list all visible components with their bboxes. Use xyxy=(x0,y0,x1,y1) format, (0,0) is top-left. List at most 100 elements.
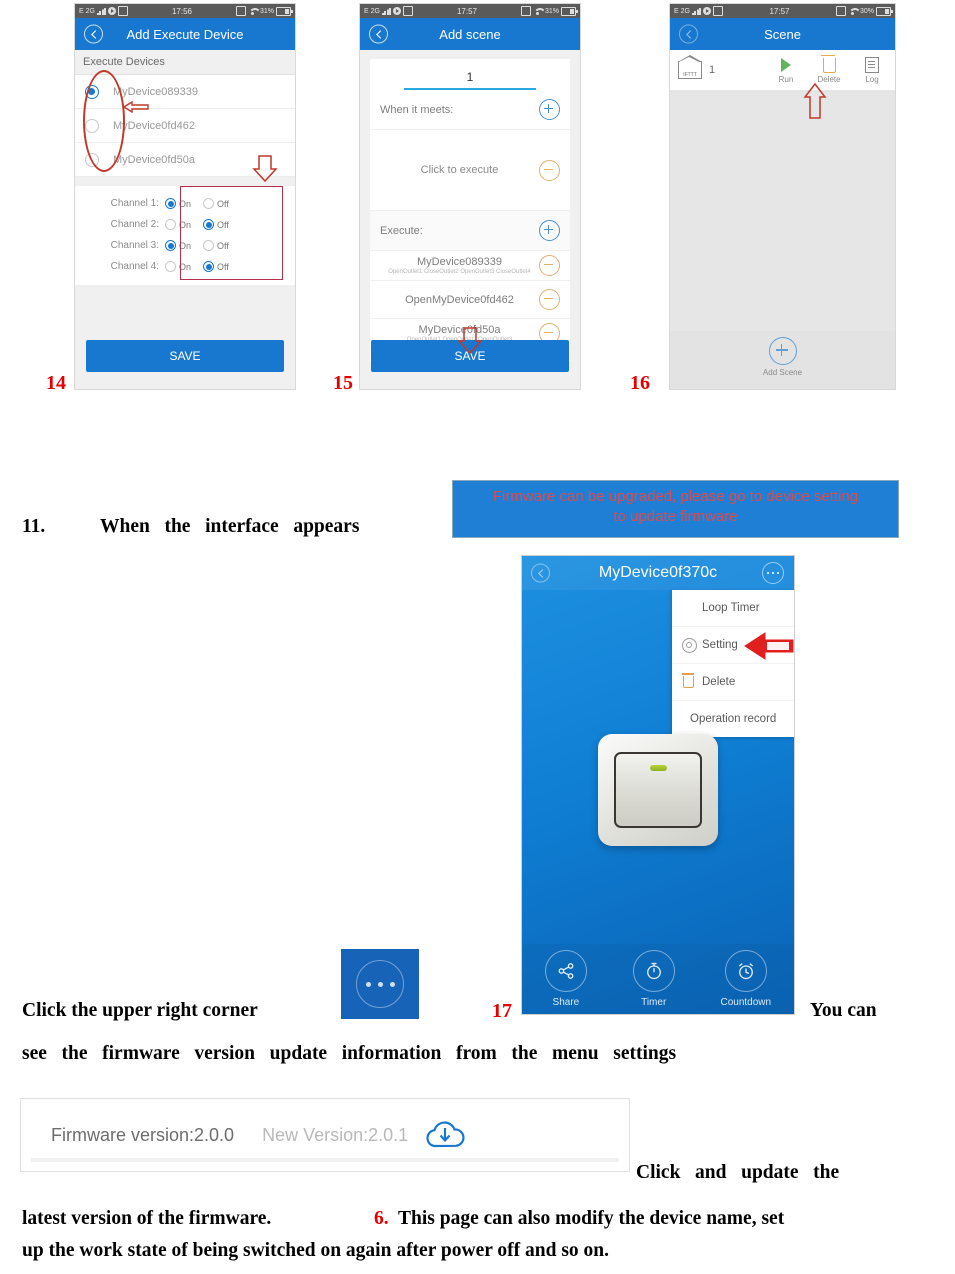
timer-label: Timer xyxy=(641,997,667,1008)
back-icon[interactable] xyxy=(369,24,388,44)
battery-icon xyxy=(876,6,893,16)
execute-list-item[interactable]: MyDevice089339 OpenOutlet1 CloseOutlet2 … xyxy=(370,251,570,281)
add-execute-button[interactable] xyxy=(539,220,560,241)
device-title: MyDevice0f370c xyxy=(598,564,718,581)
scene-name-input[interactable]: 1 xyxy=(370,59,570,88)
step-number-14: 14 xyxy=(46,372,66,394)
play-status-icon xyxy=(392,7,401,15)
firmware-version-bar: Firmware version:2.0.0 New Version:2.0.1 xyxy=(20,1098,630,1172)
clock-label: 17:57 xyxy=(769,6,790,16)
when-it-meets-label: When it meets: xyxy=(380,103,454,116)
more-menu-inline-icon xyxy=(341,949,419,1019)
countdown-action[interactable]: Countdown xyxy=(720,950,771,1008)
step-number-17: 17 xyxy=(492,1000,512,1022)
menu-label: Operation record xyxy=(690,713,777,725)
clock-label: 17:57 xyxy=(456,6,477,16)
channel-label: Channel 1: xyxy=(110,198,159,209)
remove-condition-button[interactable] xyxy=(539,159,560,181)
annotation-arrow-down xyxy=(252,155,278,183)
paragraph-latest-version: latest version of the firmware. xyxy=(22,1208,272,1229)
menu-item-loop-timer[interactable]: Loop Timer xyxy=(672,590,794,627)
battery-percent: 30% xyxy=(859,7,874,15)
phone-screenshot-scene: E 2G 17:57 30% Scene IFTTT 1 Run Delete xyxy=(670,4,895,389)
add-scene-label: Add Scene xyxy=(762,368,803,377)
banner-line-2: to update firmware xyxy=(613,508,738,525)
switch-rocker xyxy=(614,752,702,828)
log-label: Log xyxy=(865,75,879,84)
paragraph-click-corner: Click the upper right corner xyxy=(22,1000,258,1021)
save-button[interactable]: SAVE xyxy=(86,340,284,372)
back-icon[interactable] xyxy=(531,563,550,583)
add-scene-button[interactable]: Add Scene xyxy=(670,337,895,377)
menu-item-operation-record[interactable]: Operation record xyxy=(672,701,794,737)
radio-on-icon[interactable] xyxy=(165,240,176,251)
play-icon xyxy=(781,56,791,74)
signal-bars-icon xyxy=(381,7,391,15)
execute-header-row: Execute: xyxy=(370,211,570,251)
scene-log-action[interactable]: Log xyxy=(857,56,887,84)
alarm-icon xyxy=(520,6,531,16)
step-number-16: 16 xyxy=(630,372,650,394)
paragraph-step-6-text: This page can also modify the device nam… xyxy=(398,1208,785,1229)
signal-bars-icon xyxy=(691,7,701,15)
scene-run-action[interactable]: Run xyxy=(771,56,801,84)
cloud-download-icon[interactable] xyxy=(422,1118,468,1152)
back-icon[interactable] xyxy=(84,24,103,44)
paragraph-last-line: up the work state of being switched on a… xyxy=(22,1240,610,1261)
scene-delete-action[interactable]: Delete xyxy=(814,54,844,84)
alarm-clock-icon xyxy=(724,950,767,992)
scene-empty-area xyxy=(670,92,895,331)
annotation-arrow-up xyxy=(803,82,827,120)
carrier-label: E 2G xyxy=(674,7,690,15)
share-action[interactable]: Share xyxy=(544,950,587,1008)
radio-on-icon[interactable] xyxy=(165,219,176,230)
annotation-arrow-down xyxy=(457,327,483,355)
execute-list-item[interactable]: OpenMyDevice0fd462 xyxy=(370,281,570,319)
wifi-icon xyxy=(248,7,258,15)
add-condition-button[interactable] xyxy=(539,99,560,120)
carrier-label: E 2G xyxy=(364,7,380,15)
trash-icon xyxy=(820,54,836,74)
remove-execute-button[interactable] xyxy=(539,289,560,310)
play-status-icon xyxy=(702,7,711,15)
menu-label: Loop Timer xyxy=(702,602,760,614)
wifi-icon xyxy=(533,7,543,15)
log-icon xyxy=(865,56,879,74)
app-status-icon xyxy=(712,6,723,16)
paragraph-11-text: When the interface appears xyxy=(100,516,360,537)
nav-bar: Scene xyxy=(670,18,895,50)
scene-name: 1 xyxy=(709,64,716,76)
scene-list-item[interactable]: IFTTT 1 Run Delete Log xyxy=(670,50,895,91)
back-icon[interactable] xyxy=(679,24,698,44)
status-bar: E 2G 17:56 31% xyxy=(75,4,295,18)
device-bottom-actions: Share Timer Countdown xyxy=(522,944,794,1014)
menu-label: Delete xyxy=(702,676,736,688)
more-menu-icon[interactable] xyxy=(762,562,784,584)
channel-label: Channel 3: xyxy=(110,240,159,251)
paragraph-click-and-update: Click and update the xyxy=(636,1162,840,1183)
paragraph-step-6-number: 6. xyxy=(374,1208,389,1229)
wall-switch-image xyxy=(598,734,718,846)
play-status-icon xyxy=(107,7,116,15)
signal-bars-icon xyxy=(96,7,106,15)
stopwatch-icon xyxy=(632,950,675,992)
ifttt-icon: IFTTT xyxy=(677,55,702,79)
nav-bar: Add scene xyxy=(360,18,580,50)
bar-divider xyxy=(31,1158,619,1162)
click-to-execute-row[interactable]: Click to execute xyxy=(370,130,570,211)
radio-on-icon[interactable] xyxy=(165,261,176,272)
paragraph-you-can: You can xyxy=(810,1000,877,1021)
wifi-icon xyxy=(848,7,858,15)
app-status-icon xyxy=(117,6,128,16)
app-status-icon xyxy=(402,6,413,16)
gear-icon xyxy=(682,637,702,653)
three-dots-icon xyxy=(356,960,404,1008)
menu-item-delete[interactable]: Delete xyxy=(672,664,794,701)
remove-execute-button[interactable] xyxy=(539,255,560,276)
timer-action[interactable]: Timer xyxy=(632,950,675,1008)
nav-bar: Add Execute Device xyxy=(75,18,295,50)
status-bar: E 2G 17:57 30% xyxy=(670,4,895,18)
device-name: MyDevice0fd462 xyxy=(113,119,195,132)
alarm-icon xyxy=(835,6,846,16)
radio-on-icon[interactable] xyxy=(165,198,176,209)
